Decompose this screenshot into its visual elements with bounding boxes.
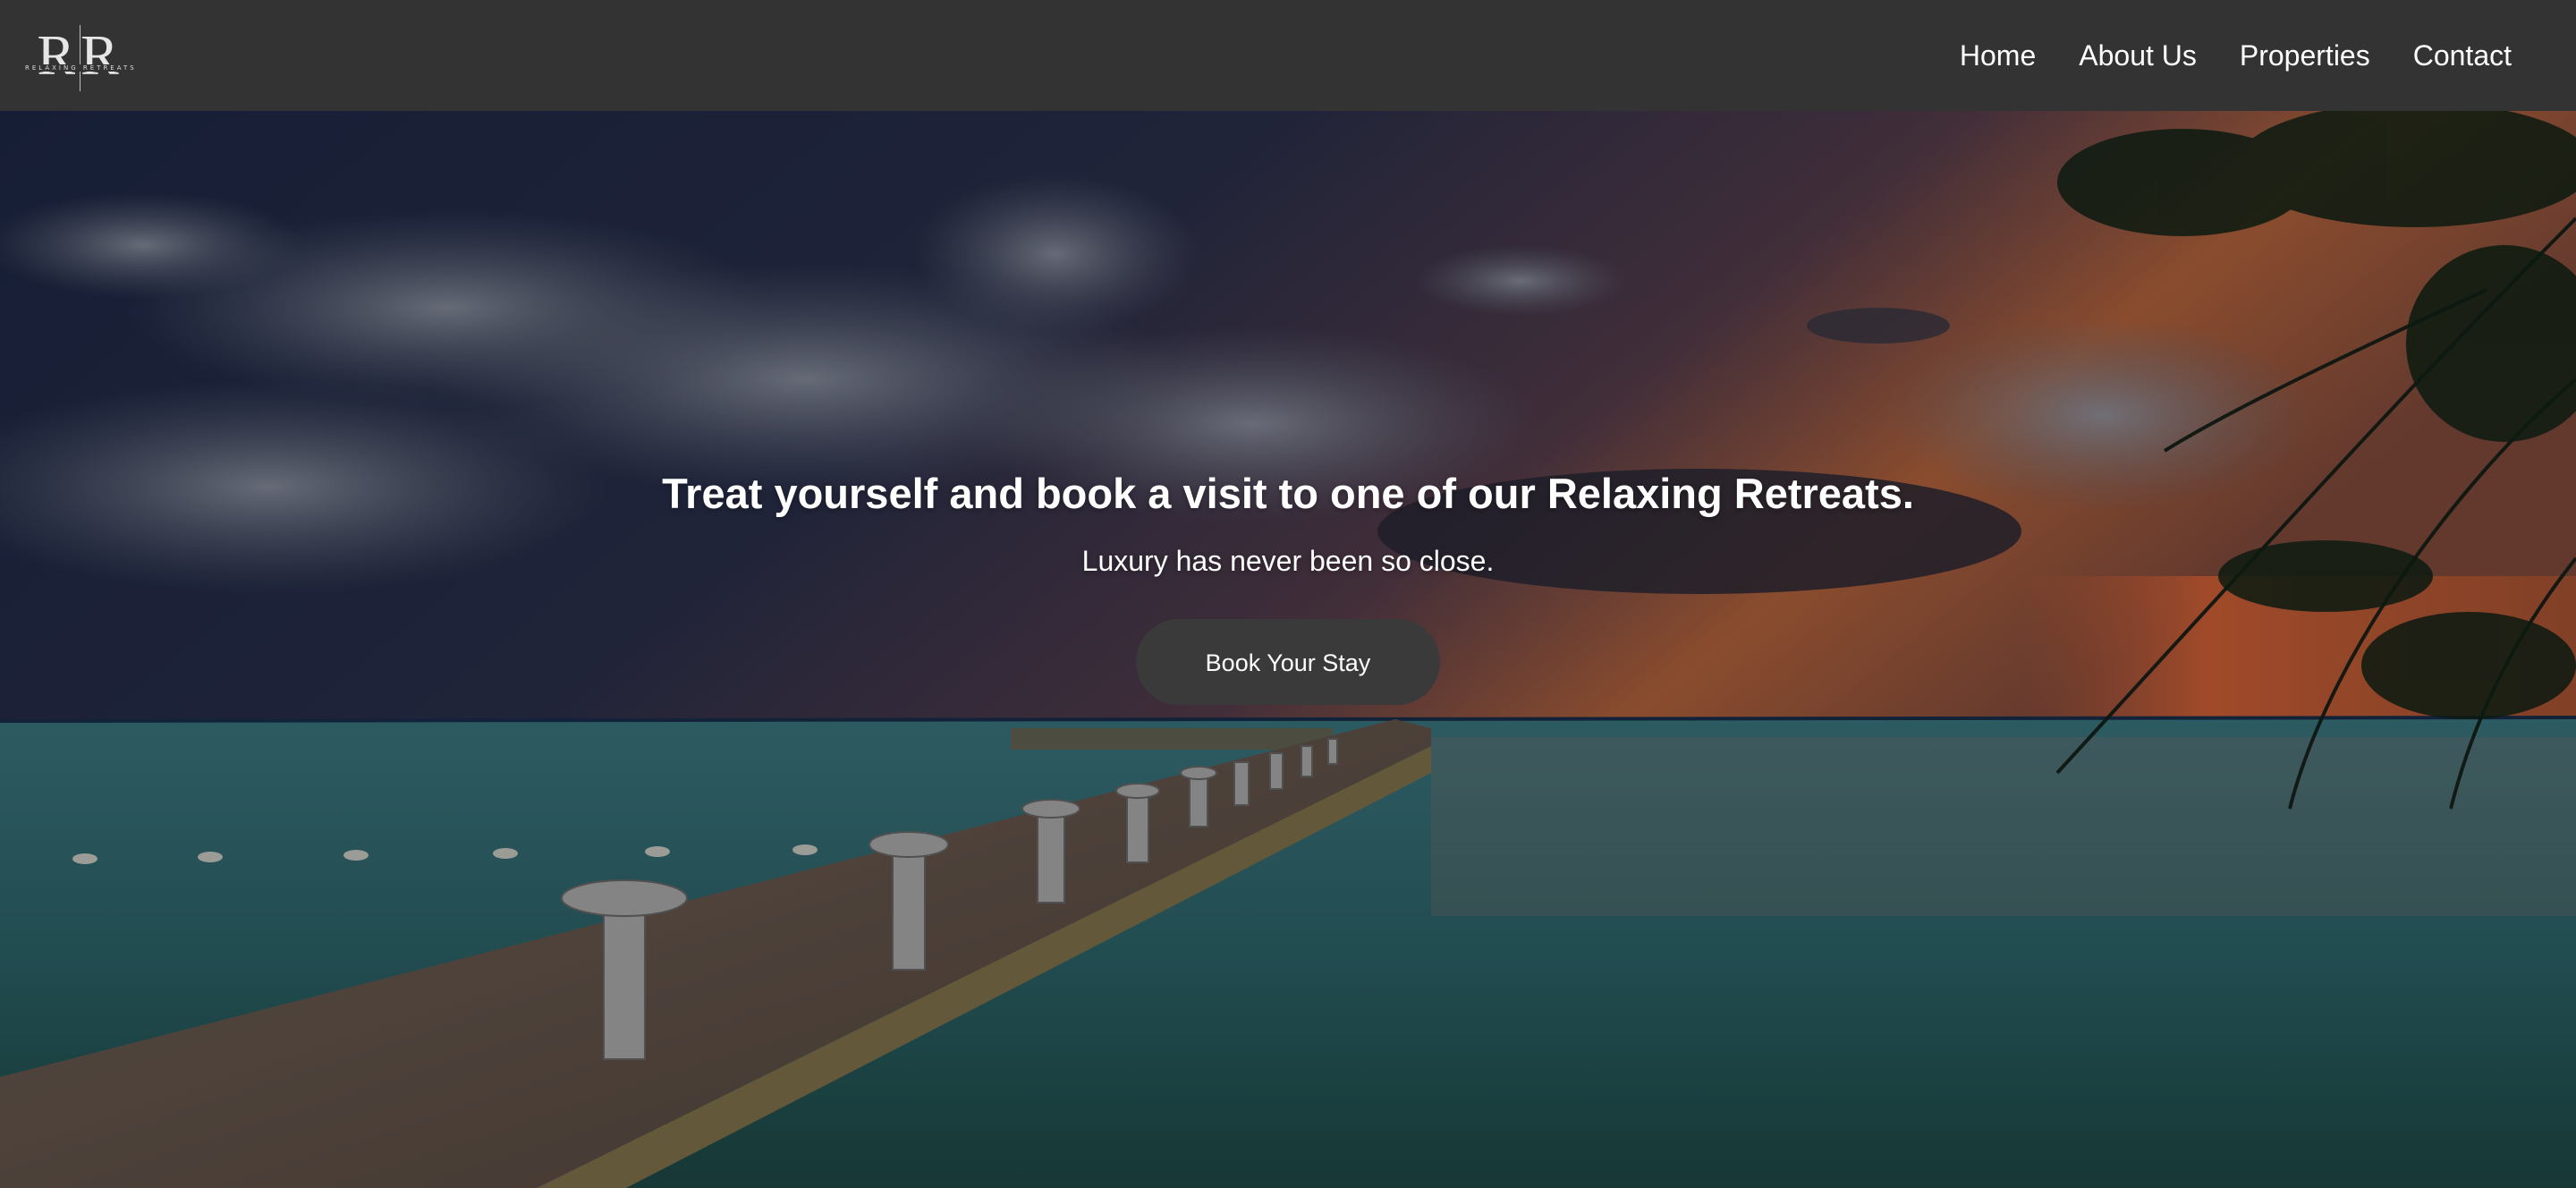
brand-logo[interactable]: RR RELAXING RETREATS xyxy=(25,20,136,91)
site-header: RR RELAXING RETREATS Home About Us Prope… xyxy=(0,0,2576,111)
hero-title: Treat yourself and book a visit to one o… xyxy=(662,470,1914,517)
nav-item-contact[interactable]: Contact xyxy=(2413,39,2512,72)
hero-subtitle: Luxury has never been so close. xyxy=(1081,545,1495,577)
nav-item-about-us[interactable]: About Us xyxy=(2079,39,2197,72)
main-nav: Home About Us Properties Contact xyxy=(1960,39,2512,72)
nav-item-home[interactable]: Home xyxy=(1960,39,2036,72)
hero-section: Treat yourself and book a visit to one o… xyxy=(0,111,2576,1188)
nav-item-properties[interactable]: Properties xyxy=(2240,39,2370,72)
logo-letters: RR xyxy=(37,23,124,87)
hero-content: Treat yourself and book a visit to one o… xyxy=(0,469,2576,705)
book-your-stay-button[interactable]: Book Your Stay xyxy=(1136,619,1440,705)
logo-subtitle: RELAXING RETREATS xyxy=(25,64,137,72)
